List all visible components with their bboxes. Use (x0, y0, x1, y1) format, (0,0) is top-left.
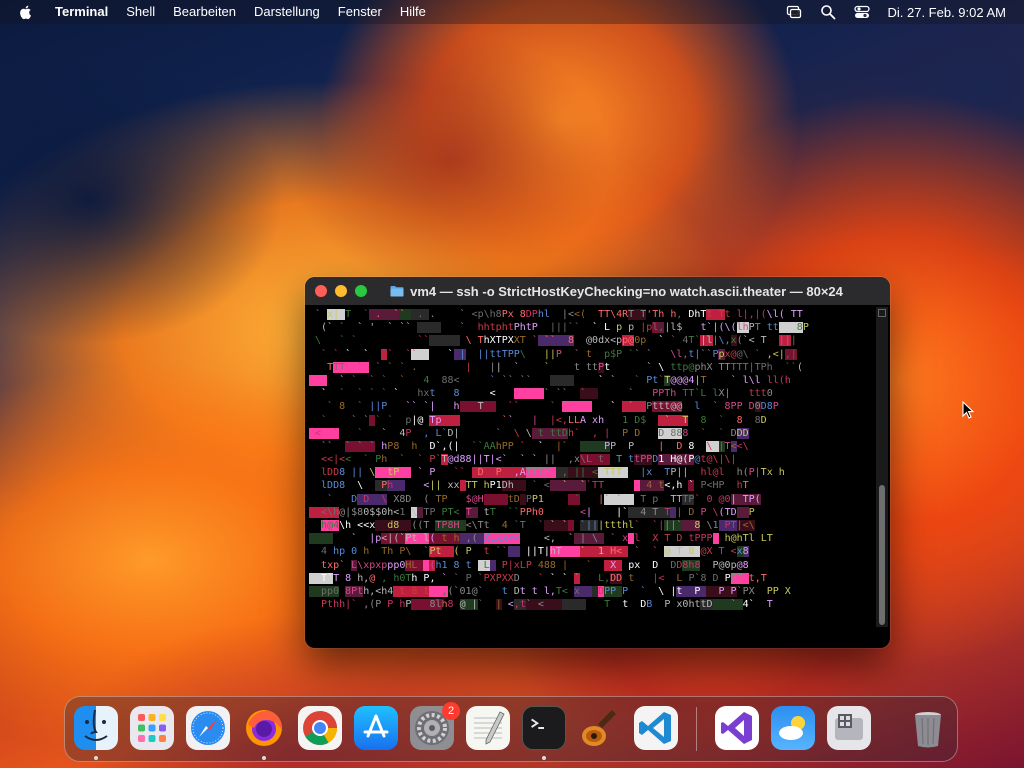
terminal-line: ` ` ` ` `` `` ` | ||ttTPP\ ||P ` t p$P `… (309, 348, 797, 360)
terminal-line: T`T 8 h,@ , h0Th P, ` ` P `PXPXXD ` ` ` … (309, 572, 767, 584)
menu-bar: Terminal Shell Bearbeiten Darstellung Fe… (0, 0, 1024, 24)
window-title: vm4 — ssh -o StrictHostKeyChecking=no wa… (410, 283, 843, 299)
terminal-line: < ` ` ` 4P , L`D| ` \ \ t ttDh` , | P D … (309, 427, 749, 439)
menu-item-fenster[interactable]: Fenster (329, 0, 391, 24)
window-titlebar[interactable]: vm4 — ssh -o StrictHostKeyChecking=no wa… (305, 277, 890, 306)
terminal-line: <<|<< ` Ph ` ` P`T@d88||T|<` ` ` || ,x\L… (309, 454, 737, 466)
minimize-button[interactable] (335, 285, 347, 297)
safari-icon (191, 711, 225, 745)
dock-boot-camp[interactable] (827, 706, 871, 750)
window-title-wrap: vm4 — ssh -o StrictHostKeyChecking=no wa… (373, 277, 860, 305)
terminal-scrollbar[interactable] (876, 307, 888, 627)
notification-badge: 2 (442, 702, 460, 720)
dock-garageband[interactable] (578, 706, 622, 750)
disk-utility-icon (835, 714, 863, 740)
dock-chrome[interactable] (298, 706, 342, 750)
dock-app-store[interactable] (354, 706, 398, 750)
screen-mirroring-icon[interactable] (786, 4, 802, 20)
app-store-icon (363, 714, 389, 738)
running-indicator (542, 756, 546, 760)
terminal-icon (531, 718, 544, 729)
terminal-line: 4 hp 0 h Th P\ `Pt ( P t `` ||T|hT ` 1 H… (315, 546, 749, 558)
scroll-thumb[interactable] (879, 485, 885, 625)
control-center-icon[interactable] (854, 4, 871, 20)
firefox-icon (246, 710, 282, 746)
close-button[interactable] (315, 285, 327, 297)
menu-item-bearbeiten[interactable]: Bearbeiten (164, 0, 245, 24)
menu-item-hilfe[interactable]: Hilfe (391, 0, 435, 24)
textedit-icon (474, 711, 505, 745)
visual-studio-icon (721, 712, 752, 744)
dock-finder[interactable] (74, 706, 118, 750)
terminal-line: `` ` ` ` hP8 h D`,(| ``AAhPP ` ` |` PP P… (309, 440, 749, 452)
finder-icon (84, 709, 108, 741)
apple-logo-icon[interactable] (18, 4, 34, 20)
running-indicator (262, 756, 266, 760)
terminal-line: pp0 8Pth,<h4 t 8 t ,(`01@` t Dt t l,T< x… (309, 585, 791, 597)
dock-firefox[interactable] (242, 706, 286, 750)
terminal-line: ` x| T ` . `` . . ` <p\h8Px 8DPhl |<<( T… (309, 309, 803, 320)
dock-launchpad[interactable] (130, 706, 174, 750)
vscode-icon (639, 712, 671, 744)
dock-vscode[interactable] (634, 706, 678, 750)
weather-icon (779, 716, 805, 740)
trash-icon (915, 712, 941, 748)
dock: 2 (64, 696, 958, 762)
terminal-line: ` ` ` ` ` p|@ Tp `` | |<,LLA xh 1 D$ ` T… (309, 414, 767, 426)
terminal-line: ` D D \ X8D ( TP $@H tD PP1 ` |` ` T p T… (309, 493, 761, 505)
terminal-line: lDD8 || \ tP ` P `` D P ,ATTTP , || < TT… (309, 467, 785, 479)
terminal-line: ` ` ` ` ` ` hxt 8 < ` `` `` ` ` PPTh TT`… (321, 388, 773, 400)
terminal-line: \ ` ` `` \ ThXTPXXT ` `` 8 @0dx<pp@0p ` … (309, 335, 797, 347)
folder-icon (390, 286, 404, 297)
chrome-icon (303, 711, 337, 745)
terminal-line: h@4\h <<x d8 ((T TP8H <\Tt 4 `T ` ` ` `|… (321, 520, 755, 531)
terminal-line: TTT ` ` ` ` . | || ` ` t ttPt ` \ ttp@ph… (315, 361, 803, 373)
mouse-cursor-icon (962, 401, 974, 419)
launchpad-icon (138, 714, 166, 742)
running-indicator (94, 756, 98, 760)
dock-safari[interactable] (186, 706, 230, 750)
zoom-button[interactable] (355, 285, 367, 297)
dock-visual-studio[interactable] (715, 706, 759, 750)
terminal-line: ` ` ` ` ` ` 4 88< ` `` `` ` ` ` Pt`T@@@4… (309, 374, 791, 386)
terminal-line: (` ` ` ' ` `` ` hhtphtPhtP |||`` ` L p p… (309, 322, 809, 334)
terminal-screen[interactable]: ` x| T ` . `` . . ` <p\h8Px 8DPhl |<<( T… (309, 308, 875, 628)
terminal-window: vm4 — ssh -o StrictHostKeyChecking=no wa… (305, 277, 890, 648)
terminal-line: <\h@|$80$$0h<1 \ TP PT< T tT ``PPh0 <| |… (309, 506, 755, 518)
search-icon[interactable] (820, 4, 836, 20)
scroll-up-icon[interactable] (878, 309, 886, 317)
dock-terminal[interactable] (522, 706, 566, 750)
terminal-line: ` 8 ` ||P `` `| h T `` ` ` ` ` Pttt@@ l … (309, 401, 779, 413)
menu-clock[interactable]: Di. 27. Feb. 9:02 AM (887, 5, 1006, 20)
dock-trash[interactable] (906, 706, 950, 750)
menu-item-darstellung[interactable]: Darstellung (245, 0, 329, 24)
terminal-line: txp` L\xpxppp0HL (h1 8 t L P|xLP 488 | `… (321, 559, 749, 571)
terminal-line: lDD8 \ Ph <|| xx TT hP1Dh ` < ` ``TT 4 t… (309, 480, 749, 492)
menu-app-name[interactable]: Terminal (46, 0, 117, 24)
terminal-line: ` |p<|(`Pt l( t h ,( XLxx<< <, ` | \ ` x… (309, 532, 875, 545)
terminal-line: Pthh|` ,(P P hP 8lh8 @ |` | <,t` < T t D… (309, 599, 773, 611)
dock-textedit[interactable] (466, 706, 510, 750)
garageband-icon (582, 710, 616, 746)
dock-separator (696, 707, 697, 751)
dock-weather[interactable] (771, 706, 815, 750)
menu-item-shell[interactable]: Shell (117, 0, 164, 24)
